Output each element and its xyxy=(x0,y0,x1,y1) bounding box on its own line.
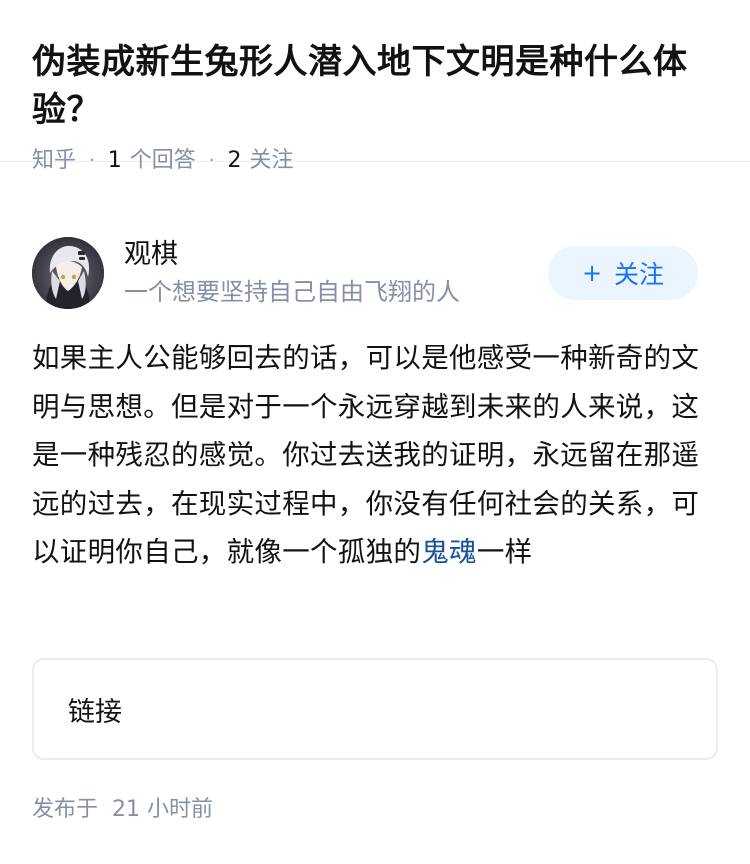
published-time: 21 小时前 xyxy=(112,797,214,822)
follow-button-label: 关注 xyxy=(614,260,665,289)
plus-icon: + xyxy=(581,259,603,287)
answer-content: 如果主人公能够回去的话，可以是他感受一种新奇的文明与思想。但是对于一个永远穿越到… xyxy=(32,334,712,577)
author-name[interactable]: 观棋 xyxy=(124,237,548,273)
inline-link[interactable]: 鬼魂 xyxy=(421,536,477,568)
source-label[interactable]: 知乎 xyxy=(32,146,76,176)
link-card[interactable]: 链接 xyxy=(32,658,718,760)
question-header: 伪装成新生兔形人潜入地下文明是种什么体验？ 知乎 · 1 个回答 · 2 关注 xyxy=(0,0,750,173)
author-row: 观棋 一个想要坚持自己自由飞翔的人 + 关注 xyxy=(32,233,698,313)
author-headline: 一个想要坚持自己自由飞翔的人 xyxy=(124,278,460,306)
answers-count: 1 xyxy=(107,148,122,173)
question-title[interactable]: 伪装成新生兔形人潜入地下文明是种什么体验？ xyxy=(32,38,718,134)
answers-label[interactable]: 个回答 xyxy=(130,146,196,176)
avatar-image xyxy=(32,237,104,309)
question-meta: 知乎 · 1 个回答 · 2 关注 xyxy=(32,146,718,176)
avatar[interactable] xyxy=(32,237,104,309)
answer-text: 如果主人公能够回去的话，可以是他感受一种新奇的文明与思想。但是对于一个永远穿越到… xyxy=(32,342,700,568)
answer-text-end: 一样 xyxy=(476,536,533,568)
publish-info: 发布于 21 小时前 xyxy=(32,795,213,825)
answer-page: 伪装成新生兔形人潜入地下文明是种什么体验？ 知乎 · 1 个回答 · 2 关注 xyxy=(0,0,750,864)
follow-button[interactable]: + 关注 xyxy=(548,246,698,300)
follows-count: 2 xyxy=(227,148,242,173)
meta-separator: · xyxy=(89,150,95,171)
link-card-label: 链接 xyxy=(68,696,122,728)
published-label: 发布于 xyxy=(32,797,99,822)
follows-label[interactable]: 关注 xyxy=(250,146,294,176)
meta-separator: · xyxy=(208,150,215,171)
author-info: 观棋 一个想要坚持自己自由飞翔的人 xyxy=(124,237,548,309)
